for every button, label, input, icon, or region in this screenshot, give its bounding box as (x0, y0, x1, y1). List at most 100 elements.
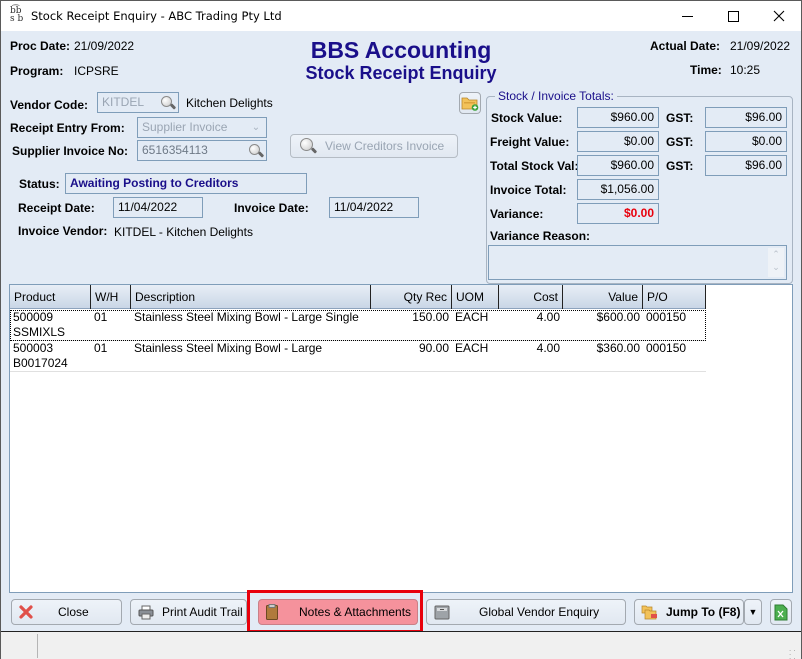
cell-po: 000150 (646, 341, 687, 355)
receipt-lines-grid: Product W/H Description Qty Rec UOM Cost… (9, 284, 793, 593)
variance-field: $0.00 (577, 203, 659, 224)
cell-qty-rec: 90.00 (418, 341, 449, 355)
stock-gst-label: GST: (666, 111, 694, 125)
time-value: 10:25 (730, 63, 761, 77)
export-excel-button[interactable] (770, 599, 792, 625)
freight-value-label: Freight Value: (490, 135, 570, 149)
status-label: Status: (19, 177, 60, 191)
column-header-qty-rec[interactable]: Qty Rec (371, 285, 452, 309)
close-icon (773, 10, 785, 22)
search-icon (299, 137, 318, 155)
proc-date-value: 21/09/2022 (74, 39, 135, 53)
cell-product-code: SSMIXLS (13, 325, 66, 339)
print-audit-trail-button[interactable]: Print Audit Trail (130, 599, 247, 625)
table-row[interactable]: 500009 SSMIXLS 01 Stainless Steel Mixing … (10, 310, 706, 341)
maximize-icon (727, 10, 739, 22)
add-folder-button[interactable] (459, 92, 481, 114)
cell-uom: EACH (455, 341, 489, 355)
global-vendor-enquiry-button[interactable]: Global Vendor Enquiry (426, 599, 626, 625)
cell-description: Stainless Steel Mixing Bowl - Large Sing… (134, 310, 359, 324)
cell-uom: EACH (455, 310, 489, 324)
window-title: Stock Receipt Enquiry - ABC Trading Pty … (31, 9, 282, 23)
cell-wh: 01 (94, 310, 108, 324)
cell-cost: 4.00 (536, 341, 560, 355)
column-header-uom[interactable]: UOM (452, 285, 499, 309)
excel-icon (774, 604, 788, 620)
vendor-name: Kitchen Delights (186, 96, 273, 110)
column-header-value[interactable]: Value (563, 285, 643, 309)
variance-reason-textarea[interactable]: ⌃ ⌄ (488, 245, 787, 280)
vendor-code-field[interactable]: KITDEL (97, 92, 179, 113)
minimize-button[interactable] (664, 1, 710, 31)
stock-gst-field: $96.00 (705, 107, 787, 128)
cell-po: 000150 (646, 310, 687, 324)
table-row[interactable]: 500003 B0017024 01 Stainless Steel Mixing… (10, 341, 706, 372)
cell-wh: 01 (94, 341, 108, 355)
freight-gst-field: $0.00 (705, 131, 787, 152)
program-value: ICPSRE (74, 64, 119, 78)
screen-heading: Stock Receipt Enquiry (305, 63, 497, 83)
total-gst-label: GST: (666, 159, 694, 173)
bbs-logo-icon: b͡b s b (10, 6, 24, 24)
receipt-date-label: Receipt Date: (18, 201, 95, 215)
vendor-lookup-icon[interactable] (160, 95, 177, 111)
invoice-date-field: 11/04/2022 (329, 197, 419, 218)
global-vendor-enquiry-label: Global Vendor Enquiry (479, 605, 600, 619)
column-header-cost[interactable]: Cost (499, 285, 563, 309)
close-window-button[interactable] (756, 1, 802, 31)
actual-date-value: 21/09/2022 (730, 39, 791, 53)
variance-label: Variance: (490, 207, 544, 221)
jump-to-label: Jump To (F8) (666, 605, 741, 619)
view-creditors-invoice-button[interactable]: View Creditors Invoice (290, 134, 458, 158)
folder-add-icon (461, 97, 479, 111)
resize-grip-icon[interactable]: . . . . . . (789, 645, 799, 659)
printer-icon (138, 605, 154, 619)
status-badge: Awaiting Posting to Creditors (65, 173, 307, 194)
jump-to-button[interactable]: Jump To (F8) (634, 599, 744, 625)
invoice-vendor-value: KITDEL - Kitchen Delights (114, 225, 253, 239)
chevron-down-icon: ⌄ (251, 122, 261, 133)
cell-product-code: B0017024 (13, 356, 68, 370)
minimize-icon (681, 15, 693, 17)
column-header-po[interactable]: P/O (643, 285, 706, 309)
jump-to-dropdown-button[interactable]: ▼ (744, 599, 762, 625)
receipt-date-field: 11/04/2022 (113, 197, 203, 218)
receipt-entry-from-select[interactable]: Supplier Invoice ⌄ (137, 117, 267, 138)
supplier-invoice-no-field[interactable]: 6516354113 (137, 140, 267, 161)
close-button-label: Close (58, 605, 89, 619)
status-bar: . . . . . . (1, 632, 801, 659)
cell-product: 500009 (13, 310, 54, 324)
supplier-invoice-no-value: 6516354113 (142, 143, 208, 157)
stock-value-field: $960.00 (577, 107, 659, 128)
view-creditors-invoice-label: View Creditors Invoice (325, 139, 445, 153)
maximize-button[interactable] (710, 1, 756, 31)
stock-value-label: Stock Value: (491, 111, 563, 125)
column-header-description[interactable]: Description (131, 285, 371, 309)
invoice-total-field: $1,056.00 (577, 179, 659, 200)
caret-down-icon: ▼ (748, 607, 758, 617)
cell-description: Stainless Steel Mixing Bowl - Large (134, 341, 323, 355)
jump-folders-icon (641, 605, 657, 620)
title-bar: b͡b s b Stock Receipt Enquiry - ABC Tradi… (1, 1, 801, 31)
app-heading: BBS Accounting (310, 37, 492, 63)
highlight-box (247, 590, 423, 633)
cabinet-icon (434, 605, 450, 619)
column-header-wh[interactable]: W/H (91, 285, 131, 309)
cell-value: $360.00 (596, 341, 640, 355)
invoice-lookup-icon[interactable] (248, 143, 265, 159)
stock-receipt-enquiry-window: b͡b s b Stock Receipt Enquiry - ABC Tradi… (0, 0, 802, 659)
close-x-icon (19, 605, 33, 619)
actual-date-label: Actual Date: (650, 39, 721, 53)
totals-group-title: Stock / Invoice Totals: (495, 89, 617, 103)
column-header-product[interactable]: Product (10, 285, 91, 309)
close-button[interactable]: Close (11, 599, 122, 625)
proc-date-label: Proc Date: (10, 39, 71, 53)
variance-reason-scrollbar[interactable]: ⌃ ⌄ (768, 248, 784, 277)
print-audit-trail-label: Print Audit Trail (162, 605, 243, 619)
vendor-code-label: Vendor Code: (10, 98, 89, 112)
cell-product: 500003 (13, 341, 54, 355)
invoice-date-label: Invoice Date: (234, 201, 309, 215)
freight-value-field: $0.00 (577, 131, 659, 152)
total-gst-field: $96.00 (705, 155, 787, 176)
grid-header: Product W/H Description Qty Rec UOM Cost… (10, 285, 706, 309)
